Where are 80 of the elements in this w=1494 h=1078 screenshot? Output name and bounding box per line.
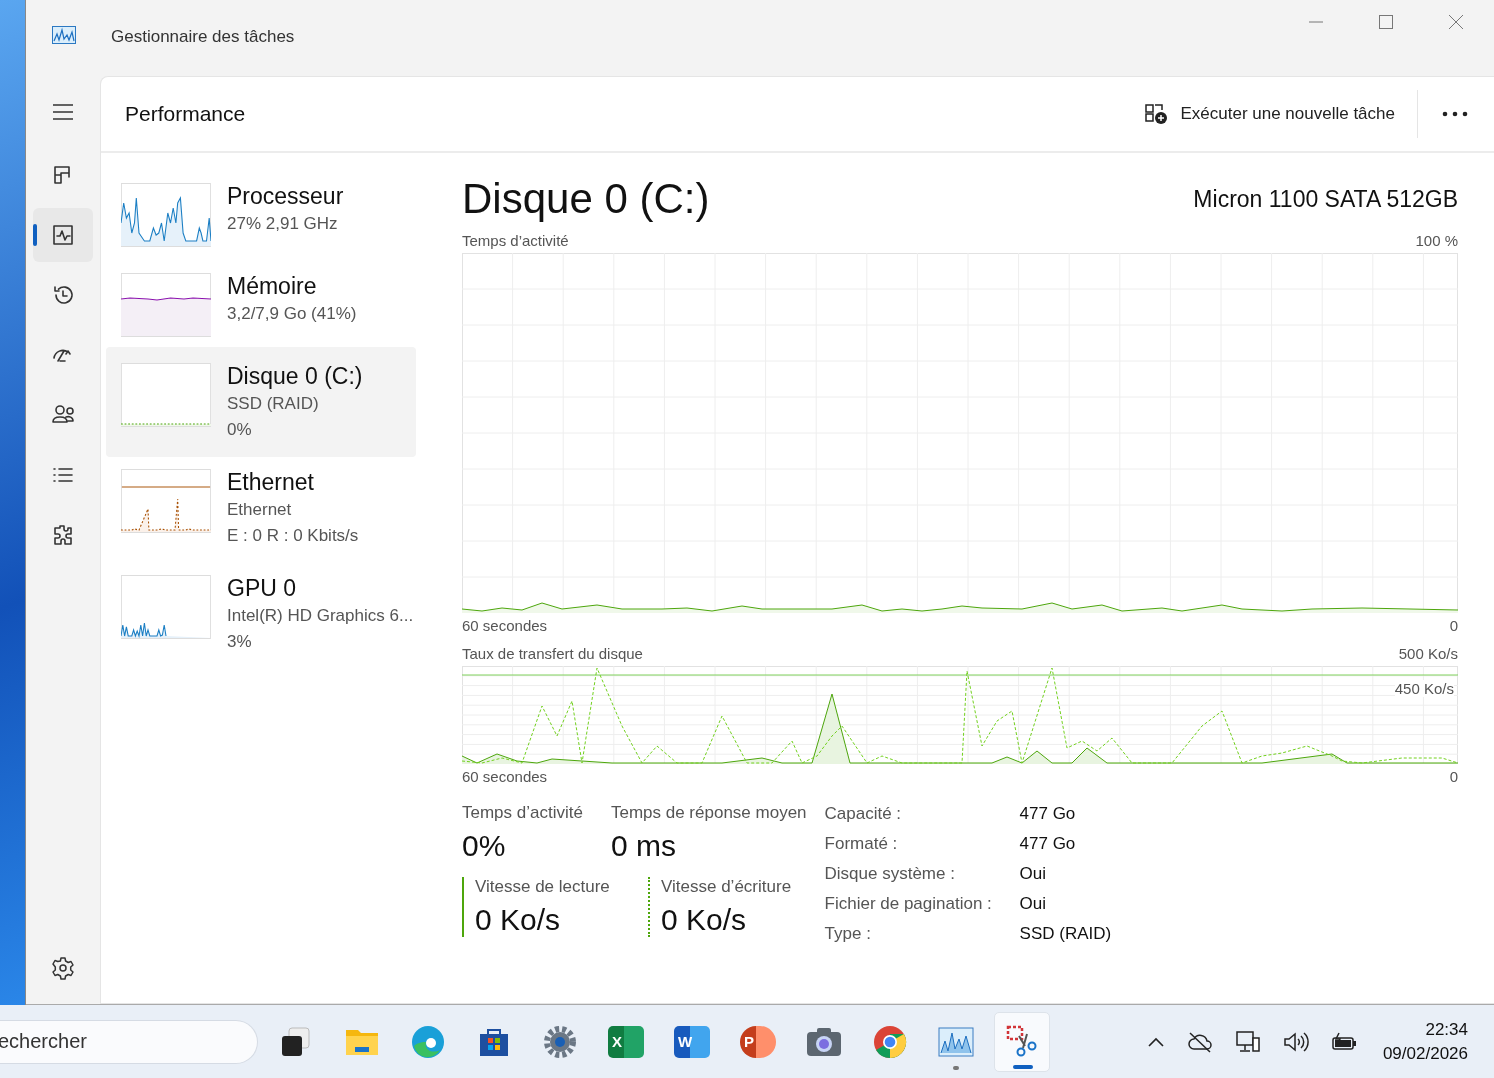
network-icon[interactable] (1234, 1029, 1261, 1054)
browser-icon (410, 1023, 446, 1060)
history-icon (51, 283, 75, 307)
device-model: Micron 1100 SATA 512GB (1193, 186, 1458, 213)
taskbar-app[interactable]: X (598, 1011, 654, 1072)
resource-detail: E : 0 R : 0 Kbits/s (227, 525, 359, 547)
resource-detail: Ethernet (227, 499, 293, 521)
device-title: Disque 0 (C:) (462, 175, 710, 223)
clock-date: 09/02/2026 (1382, 1043, 1468, 1064)
resource-item[interactable]: GPU 0 Intel(R) HD Graphics 6... 3% (106, 571, 416, 663)
stat-label: Vitesse de lecture (475, 877, 611, 897)
property-value: 477 Go (1019, 833, 1077, 855)
stat-value: 0 ms (610, 829, 677, 863)
taskbar-app[interactable]: P (730, 1011, 786, 1072)
app-icon: W (674, 1025, 710, 1058)
clock-time: 22:34 (1425, 1019, 1468, 1040)
property-label: Fichier de pagination : (824, 893, 993, 915)
taskbar-app[interactable]: W (664, 1011, 720, 1072)
property-value: 477 Go (1019, 803, 1077, 825)
property-label: Capacité : (824, 803, 903, 825)
stat-value: 0 Ko/s (475, 903, 562, 937)
new-task-icon (1144, 103, 1169, 125)
cloud-off-icon[interactable] (1186, 1030, 1213, 1053)
resource-item[interactable]: Processeur 27% 2,91 GHz (106, 179, 416, 255)
resource-detail: Intel(R) HD Graphics 6... (227, 605, 414, 627)
window-title: Gestionnaire des tâches (111, 27, 295, 47)
page-title: Performance (125, 102, 246, 126)
camera-icon (805, 1025, 843, 1058)
stat-value: 0 Ko/s (661, 903, 748, 937)
resource-detail: 0% (227, 419, 253, 441)
scale-label: 450 Ko/s (1394, 680, 1454, 697)
volume-icon[interactable] (1282, 1030, 1309, 1053)
axis-label: 0 (1449, 616, 1458, 636)
resource-item[interactable]: Mémoire 3,2/7,9 Go (41%) (106, 269, 416, 345)
axis-label: 60 secondes (462, 767, 548, 787)
resource-name: Mémoire (227, 272, 318, 301)
resource-detail: 3,2/7,9 Go (41%) (227, 303, 357, 325)
app-icon: P (740, 1025, 776, 1058)
property-label: Formaté : (824, 833, 899, 855)
clock[interactable]: 22:34 09/02/2026 (1382, 1019, 1468, 1064)
gear-icon (542, 1023, 578, 1060)
stat-value: 0% (462, 829, 507, 863)
settings-icon[interactable] (51, 956, 75, 980)
close-icon[interactable] (1448, 14, 1464, 30)
property-label: Type : (824, 923, 872, 945)
property-value: Oui (1019, 863, 1047, 885)
property-value: SSD (RAID) (1019, 923, 1112, 945)
resource-name: Processeur (227, 182, 344, 211)
chart-label: Taux de transfert du disque (462, 644, 643, 664)
chevron-up-icon[interactable] (1146, 1035, 1165, 1048)
axis-label: 0 (1449, 767, 1458, 787)
resource-name: Disque 0 (C:) (227, 362, 363, 391)
axis-label: 60 secondes (462, 616, 548, 636)
chart-icon (52, 26, 76, 44)
stat-label: Vitesse d’écriture (661, 877, 793, 897)
resource-detail: SSD (RAID) (227, 393, 320, 415)
performance-icon (51, 223, 75, 247)
battery-charging-icon[interactable] (1330, 1030, 1359, 1053)
resource-item[interactable]: Disque 0 (C:) SSD (RAID) 0% (106, 347, 416, 457)
resource-name: GPU 0 (227, 574, 298, 603)
app-icon: X (608, 1025, 644, 1058)
chart-max-label: 500 Ko/s (1398, 644, 1458, 664)
resource-detail: 27% 2,91 GHz (227, 213, 339, 235)
resource-detail: 3% (227, 631, 253, 653)
more-options-icon[interactable] (1442, 111, 1468, 117)
run-new-task-button[interactable]: Exécuter une nouvelle tâche (1136, 97, 1403, 131)
stat-label: Temps de réponse moyen (610, 803, 807, 823)
chart-label: Temps d’activité (462, 231, 569, 251)
property-label: Disque système : (824, 863, 956, 885)
maximize-icon[interactable] (1378, 14, 1394, 30)
chart-icon (938, 1026, 974, 1057)
services-icon (51, 523, 75, 547)
property-value: Oui (1019, 893, 1047, 915)
stat-label: Temps d’activité (462, 803, 583, 823)
nav-item[interactable] (33, 208, 93, 262)
resource-item[interactable]: Ethernet Ethernet E : 0 R : 0 Kbits/s (106, 465, 416, 557)
browser-icon (872, 1023, 908, 1060)
resource-name: Ethernet (227, 468, 315, 497)
chart-max-label: 100 % (1415, 231, 1458, 251)
task-view-icon (279, 1024, 313, 1059)
